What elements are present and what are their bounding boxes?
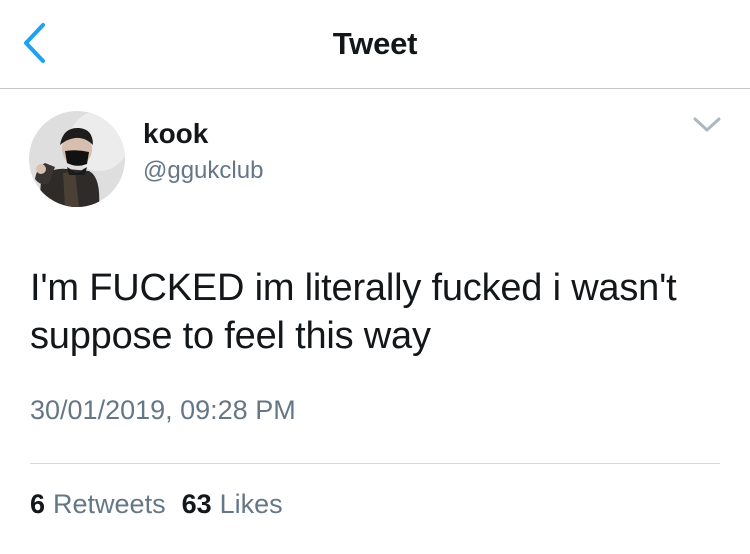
likes-stat[interactable]: 63 Likes (182, 489, 283, 520)
retweets-label: Retweets (53, 489, 166, 519)
author-display-name[interactable]: kook (143, 118, 208, 150)
tweet-detail-screen: Tweet kook @ggukclub I'm FUCKED im liter… (0, 0, 750, 554)
page-title: Tweet (332, 26, 418, 61)
divider (30, 463, 720, 464)
avatar[interactable] (29, 111, 125, 207)
likes-count: 63 (181, 489, 212, 519)
navigation-bar: Tweet (0, 0, 750, 89)
author-handle[interactable]: @ggukclub (143, 157, 263, 185)
retweets-count: 6 (30, 489, 46, 519)
tweet-options-button[interactable] (688, 112, 726, 142)
tweet-stats: 6 Retweets 63 Likes (30, 489, 299, 520)
likes-label: Likes (219, 489, 283, 519)
tweet-timestamp: 30/01/2019, 09:28 PM (30, 395, 296, 425)
tweet-text: I'm FUCKED im literally fucked i wasn't … (30, 267, 677, 357)
chevron-down-icon (692, 116, 722, 139)
retweets-stat[interactable]: 6 Retweets (30, 489, 166, 520)
